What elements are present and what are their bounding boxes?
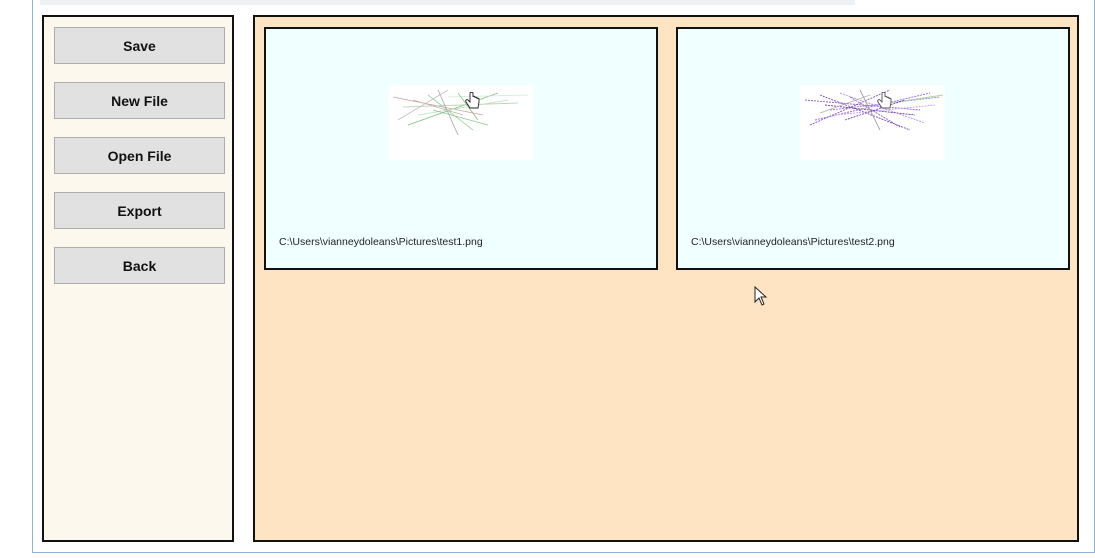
sidebar: Save New File Open File Export Back	[42, 15, 234, 542]
open-file-button[interactable]: Open File	[54, 137, 225, 174]
file-card-test1[interactable]: C:\Users\vianneydoleans\Pictures\test1.p…	[264, 27, 658, 270]
window-title-strip	[40, 0, 855, 5]
new-file-button[interactable]: New File	[54, 82, 225, 119]
desktop-edge	[0, 0, 32, 558]
hand-cursor-icon	[465, 92, 480, 109]
back-button[interactable]: Back	[54, 247, 225, 284]
file-gallery-panel: C:\Users\vianneydoleans\Pictures\test1.p…	[253, 15, 1079, 542]
file-card-test2[interactable]: C:\Users\vianneydoleans\Pictures\test2.p…	[676, 27, 1070, 270]
save-button[interactable]: Save	[54, 27, 225, 64]
file-path-label: C:\Users\vianneydoleans\Pictures\test2.p…	[691, 236, 895, 248]
sketch-thumbnail-icon	[388, 85, 533, 160]
arrow-cursor-icon	[754, 286, 768, 306]
app-background: Save New File Open File Export Back C:\U…	[0, 0, 1095, 558]
sketch-thumbnail-icon	[800, 85, 945, 160]
hand-cursor-icon	[877, 92, 892, 109]
export-button[interactable]: Export	[54, 192, 225, 229]
file-path-label: C:\Users\vianneydoleans\Pictures\test1.p…	[279, 236, 483, 248]
